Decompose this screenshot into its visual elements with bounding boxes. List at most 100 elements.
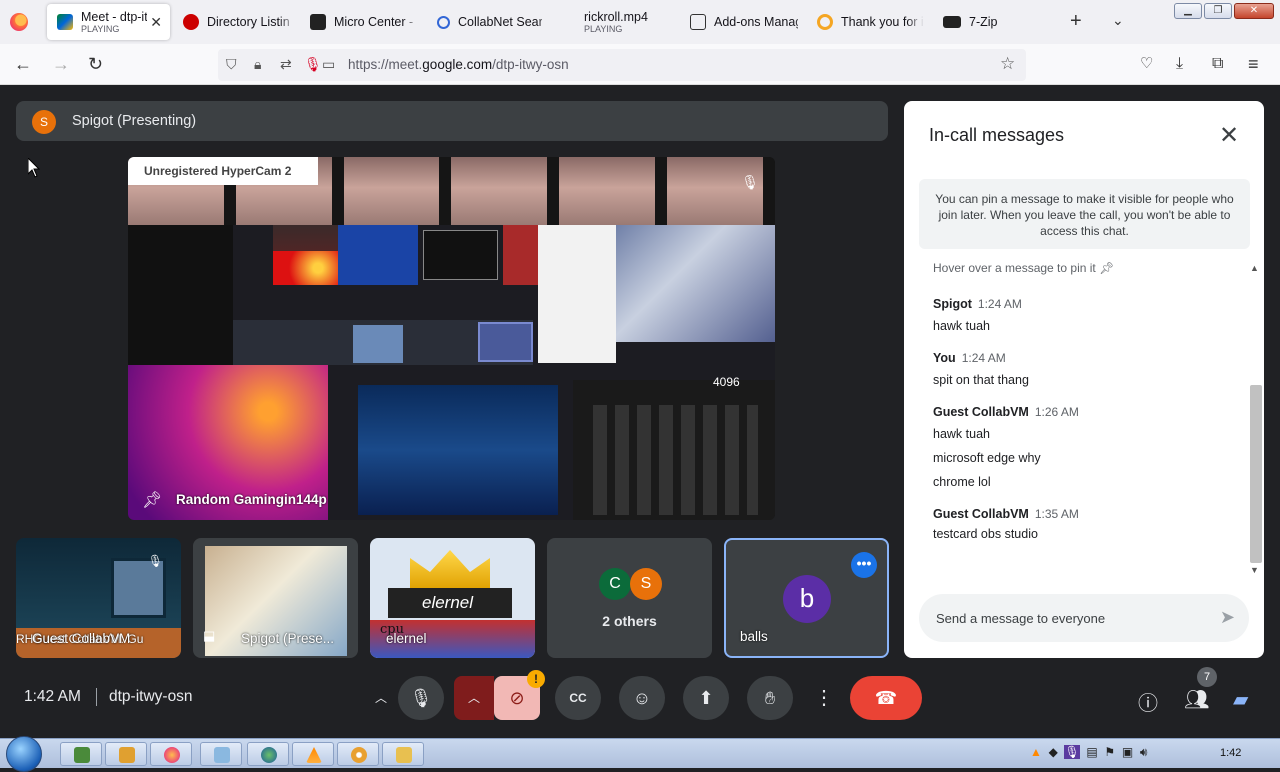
- chat-message[interactable]: Guest CollabVM 1:26 AM hawk tuah microsof…: [933, 405, 1233, 489]
- pin-icon[interactable]: 📌︎: [142, 490, 162, 510]
- people-icon[interactable]: 👥︎: [1184, 687, 1209, 712]
- message-sender: Guest CollabVM: [933, 507, 1029, 521]
- tab-directory-listing[interactable]: Directory Listing: [183, 4, 289, 40]
- taskbar-app[interactable]: [247, 742, 289, 766]
- mic-off-icon: 🎙︎: [741, 174, 759, 190]
- lock-icon[interactable]: 🔒︎: [254, 56, 261, 73]
- participant-tile[interactable]: elernel cpu elernel: [370, 538, 535, 658]
- video-options-chevron-icon[interactable]: ︿: [454, 676, 494, 720]
- menu-icon[interactable]: ≡: [1248, 54, 1259, 74]
- back-icon[interactable]: ←: [14, 54, 32, 74]
- firefox-logo-icon[interactable]: [10, 13, 28, 31]
- extensions-icon[interactable]: ⧉: [1212, 54, 1223, 74]
- audio-options-chevron-icon[interactable]: ︿: [366, 676, 396, 720]
- others-avatar: C: [599, 568, 631, 600]
- presentation-video[interactable]: Unregistered HyperCam 2 🎙︎ 4096 📌︎ Rando…: [128, 157, 775, 520]
- meeting-clock: 1:42 AM: [24, 688, 81, 705]
- chat-icon[interactable]: ▰: [1233, 687, 1248, 712]
- chat-message[interactable]: Guest CollabVM 1:35 AM testcard obs studi…: [933, 507, 1233, 541]
- taskbar-app[interactable]: [60, 742, 102, 766]
- message-list: Spigot 1:24 AM hawk tuah You 1:24 AM spit …: [933, 297, 1233, 559]
- close-tab-icon[interactable]: ✕: [150, 14, 162, 31]
- tab-title: Micro Center - I: [334, 15, 415, 29]
- tab-title: Meet - dtp-itwy-osn: [81, 10, 147, 24]
- tab-thank-you[interactable]: Thank you for i: [817, 4, 923, 40]
- browser-nav-bar: ← → ↻ ⛉ 🔒︎ ⇄ 🎙︎ ▭ https://meet.google.co…: [0, 44, 1280, 85]
- hypercam-watermark: Unregistered HyperCam 2: [128, 157, 318, 185]
- tab-playing-label: PLAYING: [584, 24, 623, 34]
- chat-scrollbar[interactable]: ▲ ▼: [1247, 263, 1263, 578]
- tab-7zip[interactable]: 7-Zip: [943, 4, 1013, 40]
- chat-message[interactable]: Spigot 1:24 AM hawk tuah: [933, 297, 1233, 333]
- info-icon[interactable]: ⓘ: [1138, 687, 1158, 716]
- taskbar-app[interactable]: [337, 742, 379, 766]
- chat-panel: In-call messages ✕ You can pin a message…: [904, 101, 1264, 658]
- pin-icon: 📌︎: [1099, 261, 1115, 275]
- tab-micro-center[interactable]: Micro Center - I: [310, 4, 415, 40]
- downloads-icon[interactable]: ⤓: [1176, 54, 1183, 74]
- start-button[interactable]: [6, 736, 42, 772]
- microphone-active-icon[interactable]: 🎙︎: [304, 56, 322, 73]
- scroll-up-icon[interactable]: ▲: [1250, 263, 1259, 273]
- leave-call-button[interactable]: ☎: [850, 676, 922, 720]
- network-tray-icon[interactable]: ◆: [1049, 745, 1058, 759]
- present-button[interactable]: ⬆: [683, 676, 729, 720]
- tab-rickroll[interactable]: rickroll.mp4 PLAYING: [584, 4, 674, 40]
- message-sender: Spigot: [933, 297, 972, 311]
- tab-meet[interactable]: Meet - dtp-itwy-osnPLAYING ✕: [47, 4, 170, 40]
- reload-icon[interactable]: ↻: [88, 54, 103, 74]
- raise-hand-button[interactable]: ✋︎: [747, 676, 793, 720]
- taskbar-vlc[interactable]: [292, 742, 334, 766]
- participant-tile[interactable]: ⬓ Spigot (Prese...: [193, 538, 358, 658]
- participant-tile[interactable]: RHGuest CollabVM: Gu Guest CollabVM 🎙︎: [16, 538, 181, 658]
- volume-icon[interactable]: 🔊︎: [1140, 745, 1148, 759]
- pocket-icon[interactable]: ♡: [1140, 54, 1153, 74]
- forward-icon[interactable]: →: [52, 54, 70, 74]
- message-sender: Guest CollabVM: [933, 405, 1029, 419]
- tab-collabnet-search[interactable]: CollabNet Search: [437, 4, 542, 40]
- shield-icon[interactable]: ⛉: [226, 56, 237, 73]
- close-window-icon[interactable]: ✕: [1234, 3, 1274, 19]
- message-text: spit on that thang: [933, 373, 1029, 387]
- restore-icon[interactable]: ❐: [1204, 3, 1232, 19]
- more-options-icon[interactable]: ⋮: [809, 676, 839, 720]
- participant-tile-others[interactable]: C S 2 others: [547, 538, 712, 658]
- taskbar-firefox[interactable]: [150, 742, 192, 766]
- emoji-reaction-button[interactable]: ☺: [619, 676, 665, 720]
- minimize-icon[interactable]: ▁: [1174, 3, 1202, 19]
- camera-off-icon[interactable]: ▭: [322, 56, 335, 73]
- send-icon[interactable]: ➤: [1220, 607, 1235, 628]
- chat-message[interactable]: You 1:24 AM spit on that thang: [933, 351, 1233, 387]
- scroll-down-icon[interactable]: ▼: [1250, 565, 1259, 575]
- captions-button[interactable]: CC: [555, 676, 601, 720]
- taskbar-app[interactable]: [200, 742, 242, 766]
- url-bar[interactable]: ⛉ 🔒︎ ⇄ 🎙︎ ▭ https://meet.google.com/dtp-…: [218, 49, 1026, 81]
- tab-title: Add-ons Manager: [714, 15, 798, 29]
- participant-tile-self[interactable]: ••• b balls: [724, 538, 889, 658]
- new-tab-icon[interactable]: +: [1070, 10, 1082, 33]
- display-tray-icon[interactable]: ▣: [1122, 745, 1133, 759]
- flag-tray-icon[interactable]: ⚑: [1104, 745, 1115, 759]
- microphone-button[interactable]: 🎙︎: [398, 676, 444, 720]
- chevron-down-icon[interactable]: ⌄: [1112, 12, 1124, 29]
- close-icon[interactable]: ✕: [1219, 121, 1239, 150]
- more-options-icon[interactable]: •••: [851, 552, 877, 578]
- taskbar-clock[interactable]: 1:42: [1220, 747, 1241, 759]
- others-avatar: S: [630, 568, 662, 600]
- scrollbar-thumb[interactable]: [1250, 385, 1262, 563]
- chat-input-placeholder: Send a message to everyone: [936, 611, 1106, 626]
- vlc-tray-icon[interactable]: ▲: [1030, 745, 1042, 759]
- taskbar-explorer[interactable]: [382, 742, 424, 766]
- microphone-tray-icon[interactable]: 🎙︎: [1064, 745, 1080, 759]
- tab-addons-manager[interactable]: Add-ons Manager: [690, 4, 798, 40]
- participant-name: Spigot (Prese...: [241, 631, 335, 646]
- browser-tab-strip: Meet - dtp-itwy-osnPLAYING ✕ Directory L…: [0, 0, 1280, 44]
- taskbar-app[interactable]: [105, 742, 147, 766]
- message-time: 1:26 AM: [1034, 405, 1079, 419]
- permissions-icon[interactable]: ⇄: [280, 56, 292, 73]
- search-icon: [437, 15, 450, 29]
- bookmark-star-icon[interactable]: ☆: [1000, 54, 1015, 74]
- clipboard-tray-icon[interactable]: ▤: [1086, 745, 1097, 759]
- url-text: https://meet.google.com/dtp-itwy-osn: [348, 57, 569, 72]
- chat-message-input[interactable]: Send a message to everyone ➤: [919, 594, 1249, 642]
